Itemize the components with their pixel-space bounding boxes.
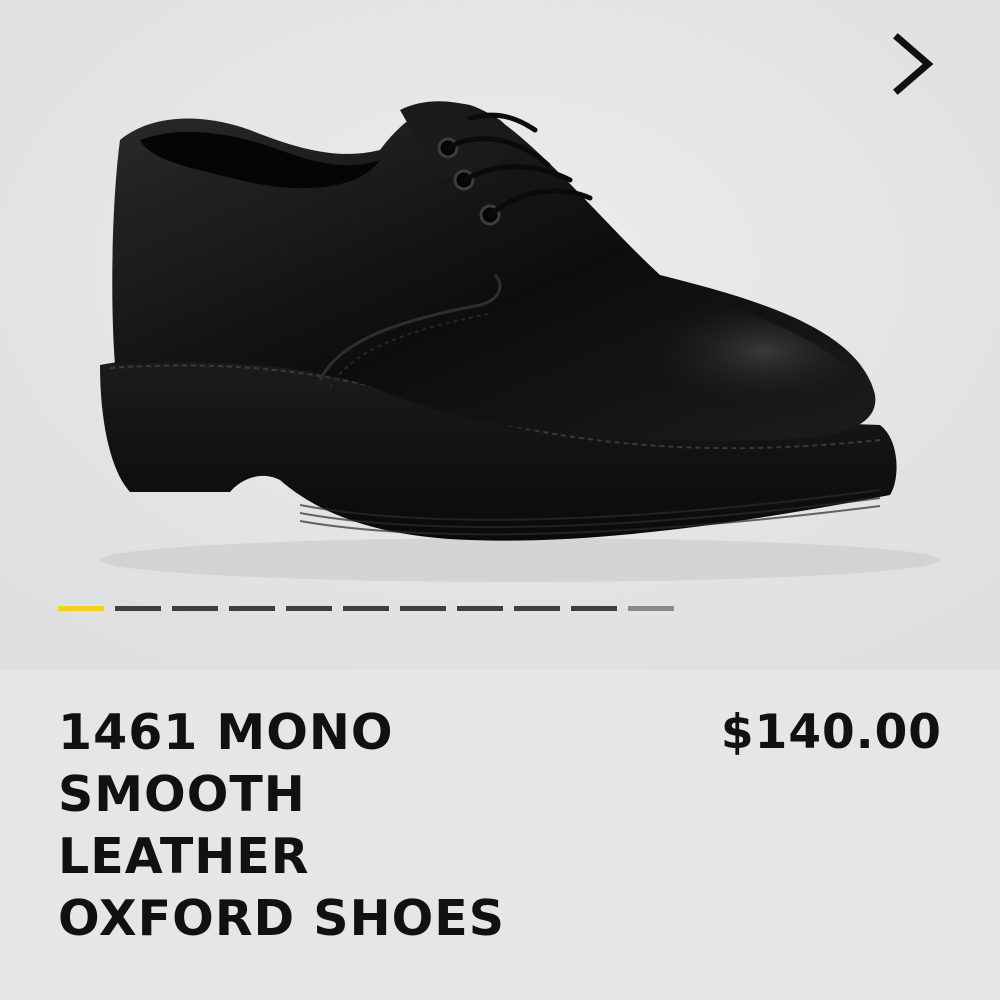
progress-segment[interactable] <box>229 606 275 611</box>
progress-segment[interactable] <box>115 606 161 611</box>
progress-segment[interactable] <box>286 606 332 611</box>
progress-segment[interactable] <box>58 606 104 611</box>
product-info: 1461 MONO SMOOTH LEATHER OXFORD SHOES $1… <box>0 670 1000 1000</box>
progress-segment[interactable] <box>172 606 218 611</box>
progress-segment[interactable] <box>343 606 389 611</box>
product-price: $140.00 <box>720 705 942 760</box>
product-title: 1461 MONO SMOOTH LEATHER OXFORD SHOES <box>58 704 505 947</box>
progress-segment[interactable] <box>457 606 503 611</box>
progress-segment[interactable] <box>514 606 560 611</box>
progress-segment[interactable] <box>571 606 617 611</box>
progress-segment[interactable] <box>400 606 446 611</box>
progress-segment[interactable] <box>628 606 674 611</box>
chevron-right-icon <box>893 33 934 95</box>
product-card: 1461 MONO SMOOTH LEATHER OXFORD SHOES $1… <box>0 0 1000 1000</box>
next-image-button[interactable] <box>880 24 950 104</box>
product-image <box>0 0 1000 670</box>
image-progress-indicator <box>58 606 674 612</box>
product-image-gallery[interactable] <box>0 0 1000 670</box>
